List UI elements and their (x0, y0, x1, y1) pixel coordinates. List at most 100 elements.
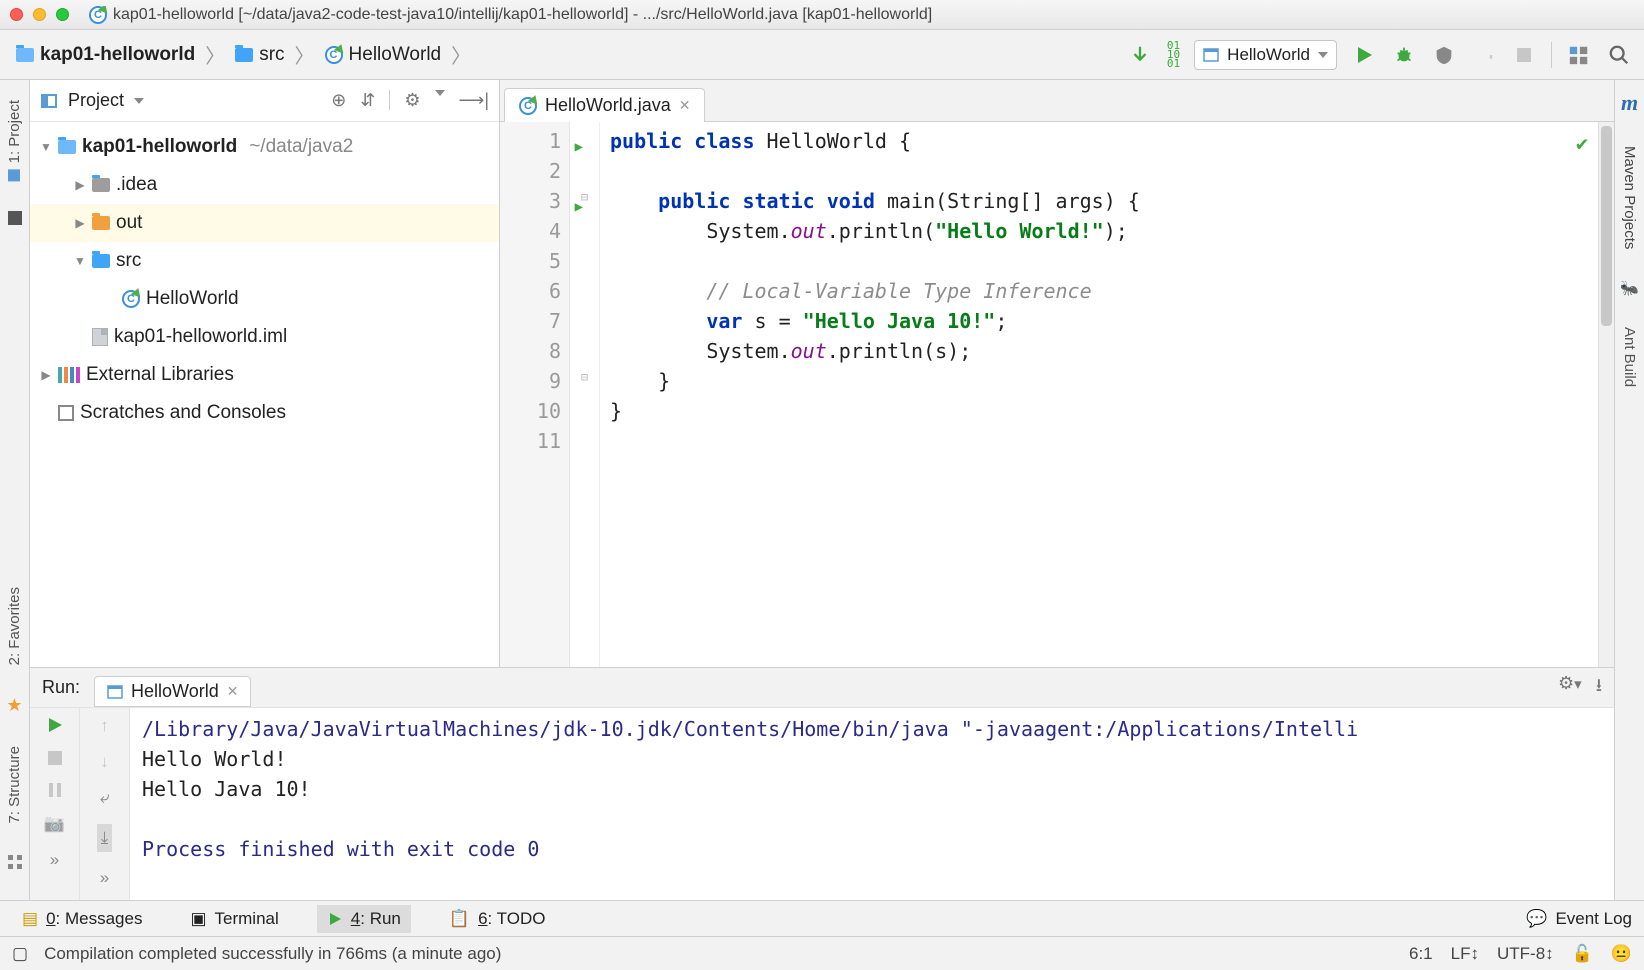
search-everywhere-button[interactable] (1606, 42, 1632, 68)
tree-root-path: ~/data/java2 (249, 136, 353, 158)
dropdown-icon[interactable] (134, 98, 144, 104)
messages-tab[interactable]: ▤ 0: Messages (12, 905, 152, 933)
line-separator[interactable]: LF↕ (1451, 944, 1479, 964)
console-exit: Process finished with exit code 0 (142, 834, 1602, 864)
close-window-button[interactable] (10, 8, 23, 21)
build-indicator-icon: 011001 (1167, 41, 1180, 68)
soft-wrap-button[interactable]: ⤶ (100, 788, 110, 808)
minimize-window-button[interactable] (33, 8, 46, 21)
scroll-to-end-button[interactable]: ⤓ (97, 824, 113, 852)
project-panel-header: Project ⊕ ⇵ ⚙ ⟶| (30, 80, 499, 122)
project-structure-button[interactable] (1566, 42, 1592, 68)
dump-threads-button[interactable]: 📷 (44, 814, 65, 834)
line-number-gutter[interactable]: 1▶ 2 3▶ 4 5 6 7 8 9 10 11 (500, 122, 570, 667)
tree-iml[interactable]: kap01-helloworld.iml (30, 318, 499, 356)
project-view-icon (40, 92, 58, 110)
tree-item-label: HelloWorld (146, 288, 239, 310)
main-area: 1: Project 2: Favorites ★ 7: Structure P… (0, 80, 1644, 900)
tree-root[interactable]: ▼ kap01-helloworld ~/data/java2 (30, 128, 499, 166)
export-icon[interactable]: ⭳ (1596, 673, 1602, 703)
folder-icon (235, 48, 253, 62)
coverage-button[interactable] (1431, 42, 1457, 68)
project-tool-tab[interactable]: 1: Project (4, 90, 25, 191)
run-button[interactable] (1351, 42, 1377, 68)
run-tab[interactable]: 4: Run (317, 905, 411, 933)
left-tool-strip: 1: Project 2: Favorites ★ 7: Structure (0, 80, 30, 900)
rerun-button[interactable] (46, 716, 64, 734)
tree-idea[interactable]: ▶ .idea (30, 166, 499, 204)
structure-tab-label: 7: Structure (6, 746, 23, 824)
run-gutter-icon[interactable]: ▶ (575, 132, 583, 162)
tree-scratches[interactable]: Scratches and Consoles (30, 394, 499, 432)
debug-button[interactable] (1391, 42, 1417, 68)
close-tab-icon[interactable]: ✕ (679, 97, 691, 114)
more-icon[interactable]: » (100, 868, 109, 888)
console-line: Hello Java 10! (142, 774, 1602, 804)
toolbar-buttons: 011001 HelloWorld (1127, 40, 1632, 70)
close-tab-icon[interactable]: ✕ (227, 683, 239, 700)
up-button[interactable]: ↑ (100, 716, 109, 736)
more-icon[interactable]: » (50, 850, 59, 870)
source-folder-icon (92, 254, 110, 268)
event-log-tab[interactable]: Event Log (1555, 909, 1632, 929)
bookmark-icon[interactable] (8, 211, 22, 225)
structure-tool-tab[interactable]: 7: Structure (4, 736, 25, 834)
status-icon[interactable]: ▢ (12, 944, 28, 964)
folder-icon (92, 178, 110, 192)
todo-icon: 📋 (449, 909, 470, 929)
maven-icon: m (1621, 90, 1638, 116)
settings-gear-icon[interactable]: ⚙▾ (1558, 673, 1582, 703)
module-folder-icon (58, 140, 76, 154)
pause-button[interactable] (47, 782, 63, 798)
zoom-window-button[interactable] (56, 8, 69, 21)
breadcrumb-src[interactable]: src (231, 42, 288, 68)
console-output[interactable]: /Library/Java/JavaVirtualMachines/jdk-10… (130, 708, 1614, 900)
editor-scrollbar[interactable] (1598, 122, 1614, 667)
tree-item-label: External Libraries (86, 364, 234, 386)
profile-button[interactable] (1471, 42, 1497, 68)
run-tab[interactable]: HelloWorld ✕ (94, 676, 251, 707)
run-body: 📷 » ↑ ↓ ⤶ ⤓ » /Library/Java/JavaVirtualM… (30, 708, 1614, 900)
tree-src[interactable]: ▼ src (30, 242, 499, 280)
settings-gear-icon[interactable]: ⚙ (404, 90, 420, 111)
breadcrumb-root[interactable]: kap01-helloworld (12, 42, 199, 68)
down-button[interactable]: ↓ (100, 752, 109, 772)
project-panel-title[interactable]: Project (68, 90, 124, 111)
hide-panel-button[interactable]: ⟶| (459, 90, 489, 111)
editor-tab-helloworld[interactable]: C HelloWorld.java ✕ (504, 88, 705, 122)
status-message: Compilation completed successfully in 76… (44, 944, 501, 964)
caret-position[interactable]: 6:1 (1409, 944, 1433, 964)
titlebar: C kap01-helloworld [~/data/java2-code-te… (0, 0, 1644, 30)
favorites-tool-tab[interactable]: 2: Favorites (4, 577, 25, 675)
structure-icon (7, 854, 23, 870)
todo-tab[interactable]: 📋 6: TODO (439, 905, 556, 933)
ant-tab-label: Ant Build (1621, 327, 1638, 387)
file-encoding[interactable]: UTF-8↕ (1497, 944, 1554, 964)
breadcrumb-separator: 〉 (295, 40, 315, 69)
tree-external-libs[interactable]: ▶ External Libraries (30, 356, 499, 394)
terminal-tab[interactable]: ▣ Terminal (180, 905, 288, 933)
java-class-icon: C (325, 46, 343, 64)
lock-icon[interactable]: 🔓 (1572, 944, 1593, 964)
stop-button[interactable] (1511, 42, 1537, 68)
editor-body[interactable]: 1▶ 2 3▶ 4 5 6 7 8 9 10 11 ⊟ (500, 122, 1614, 667)
module-folder-icon (16, 48, 34, 62)
code-area[interactable]: ✔ public class HelloWorld { public stati… (600, 122, 1598, 667)
stop-button[interactable] (47, 750, 63, 766)
inspection-ok-icon[interactable]: ✔ (1576, 128, 1588, 158)
tree-out[interactable]: ▶ out (30, 204, 499, 242)
folder-icon (92, 216, 110, 230)
scroll-from-source-button[interactable]: ⇵ (360, 90, 375, 111)
favorites-tab-label: 2: Favorites (6, 587, 23, 665)
navigation-toolbar: kap01-helloworld 〉 src 〉 C HelloWorld 〉 … (0, 30, 1644, 80)
inspector-icon[interactable]: 😐 (1611, 944, 1632, 964)
tree-helloworld[interactable]: C HelloWorld (30, 280, 499, 318)
breadcrumb-file[interactable]: C HelloWorld (321, 42, 446, 68)
build-button[interactable] (1127, 42, 1153, 68)
run-gutter-icon[interactable]: ▶ (575, 192, 583, 222)
dropdown-icon[interactable] (435, 90, 445, 96)
ant-tool-tab[interactable]: Ant Build (1619, 317, 1640, 397)
run-configuration-selector[interactable]: HelloWorld (1194, 40, 1337, 70)
collapse-all-button[interactable]: ⊕ (331, 90, 346, 111)
maven-tool-tab[interactable]: Maven Projects (1619, 136, 1640, 259)
